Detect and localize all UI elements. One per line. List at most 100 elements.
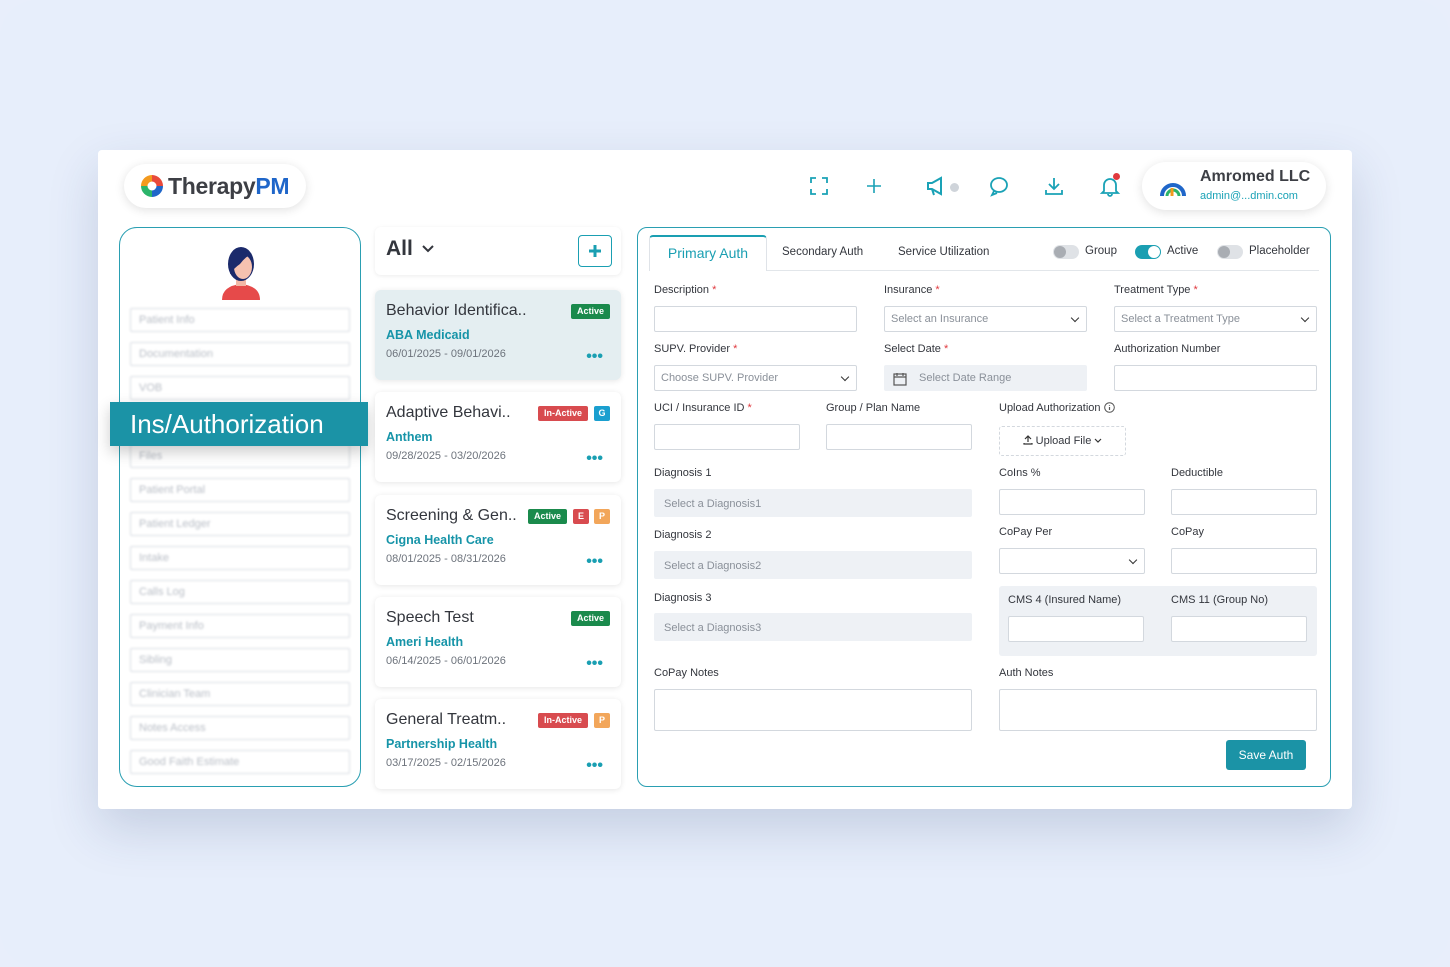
auth-card[interactable]: General Treatm.. In-Active P Partnership…: [375, 699, 621, 789]
auth-card-payer: ABA Medicaid: [386, 328, 470, 342]
deductible-label: Deductible: [1171, 467, 1223, 479]
copay-notes-textarea[interactable]: [654, 689, 972, 731]
group-toggle[interactable]: [1053, 245, 1079, 259]
sidebar-item-sibling[interactable]: Sibling: [130, 648, 350, 672]
sidebar-item-ins-authorization[interactable]: Ins/Authorization: [110, 402, 368, 446]
save-auth-button[interactable]: Save Auth: [1226, 740, 1306, 770]
date-range-field[interactable]: Select Date Range: [884, 365, 1087, 391]
tag-badge: P: [594, 713, 610, 728]
auth-number-field[interactable]: [1114, 365, 1317, 391]
logo-text: TherapyPM: [168, 173, 290, 200]
auth-card[interactable]: Speech Test Active Ameri Health 06/14/20…: [375, 597, 621, 687]
more-options-icon[interactable]: •••: [586, 757, 603, 775]
required-mark: *: [747, 402, 752, 414]
auth-card[interactable]: Behavior Identifica.. Active ABA Medicai…: [375, 290, 621, 380]
diagnosis1-label: Diagnosis 1: [654, 467, 712, 479]
auth-card-dates: 06/14/2025 - 06/01/2026: [386, 655, 506, 667]
auth-card-title: Speech Test: [386, 609, 474, 626]
auth-card-payer: Ameri Health: [386, 635, 464, 649]
copay-notes-label: CoPay Notes: [654, 667, 719, 679]
logo[interactable]: TherapyPM: [124, 164, 306, 208]
sidebar-item-patient-info[interactable]: Patient Info: [130, 308, 350, 332]
tab-primary-auth[interactable]: Primary Auth: [649, 235, 767, 271]
megaphone-icon[interactable]: [925, 174, 959, 198]
sidebar-item-files[interactable]: Files: [130, 444, 350, 468]
select-date-label-text: Select Date: [884, 343, 941, 355]
upload-icon: [1023, 435, 1033, 445]
more-options-icon[interactable]: •••: [586, 348, 603, 366]
auth-card-title: Behavior Identifica..: [386, 302, 527, 319]
diagnosis2-select[interactable]: Select a Diagnosis2: [654, 551, 972, 579]
fullscreen-icon[interactable]: [807, 174, 831, 198]
uci-field[interactable]: [654, 424, 800, 450]
required-mark: *: [935, 284, 940, 296]
supv-provider-label: SUPV. Provider *: [654, 343, 737, 355]
info-icon[interactable]: [1103, 402, 1115, 413]
cms4-field[interactable]: [1008, 616, 1144, 642]
sidebar-item-notes-access[interactable]: Notes Access: [130, 716, 350, 740]
plus-icon[interactable]: [862, 174, 886, 198]
auth-notes-label: Auth Notes: [999, 667, 1054, 679]
toggle-knob: [1054, 246, 1066, 258]
bell-icon[interactable]: [1098, 173, 1122, 198]
tab-service-utilization[interactable]: Service Utilization: [898, 246, 989, 258]
required-mark: *: [943, 343, 949, 355]
auth-notes-textarea[interactable]: [999, 689, 1317, 731]
chevron-down-icon[interactable]: [421, 242, 435, 256]
auth-card[interactable]: Screening & Gen.. Active E P Cigna Healt…: [375, 495, 621, 585]
sidebar-item-calls-log[interactable]: Calls Log: [130, 580, 350, 604]
copay-per-select[interactable]: [999, 548, 1145, 574]
auth-number-label: Authorization Number: [1114, 343, 1221, 355]
group-plan-field[interactable]: [826, 424, 972, 450]
treatment-type-select[interactable]: Select a Treatment Type: [1114, 306, 1317, 332]
toggle-knob: [1218, 246, 1230, 258]
diagnosis1-select[interactable]: Select a Diagnosis1: [654, 489, 972, 517]
megaphone-status-dot: [950, 183, 959, 192]
description-field[interactable]: [654, 306, 857, 332]
sidebar-item-clinician-team[interactable]: Clinician Team: [130, 682, 350, 706]
active-toggle-label: Active: [1167, 245, 1199, 257]
supv-provider-select[interactable]: Choose SUPV. Provider: [654, 365, 857, 391]
more-options-icon[interactable]: •••: [586, 553, 603, 571]
diagnosis3-select[interactable]: Select a Diagnosis3: [654, 613, 972, 641]
upload-auth-label-text: Upload Authorization: [999, 402, 1101, 414]
toggle-knob: [1148, 246, 1160, 258]
sidebar-item-patient-ledger[interactable]: Patient Ledger: [130, 512, 350, 536]
diagnosis2-label: Diagnosis 2: [654, 529, 712, 541]
user-menu[interactable]: Amromed LLC admin@...dmin.com: [1142, 162, 1326, 210]
filter-dropdown-label[interactable]: All: [386, 237, 413, 261]
status-badge: In-Active: [537, 713, 588, 728]
sidebar-item-vob[interactable]: VOB: [130, 376, 350, 400]
more-options-icon[interactable]: •••: [586, 655, 603, 673]
auth-card[interactable]: Adaptive Behavi.. In-Active G Anthem 09/…: [375, 392, 621, 482]
chevron-down-icon: [1094, 438, 1102, 443]
copay-field[interactable]: [1171, 548, 1317, 574]
required-mark: *: [1193, 284, 1198, 296]
upload-file-label: Upload File: [1035, 435, 1092, 447]
sidebar-item-intake[interactable]: Intake: [130, 546, 350, 570]
copay-per-label: CoPay Per: [999, 526, 1053, 538]
download-icon[interactable]: [1042, 174, 1066, 198]
active-toggle[interactable]: [1135, 245, 1161, 259]
sidebar-item-payment-info[interactable]: Payment Info: [130, 614, 350, 638]
sidebar-item-patient-portal[interactable]: Patient Portal: [130, 478, 350, 502]
deductible-field[interactable]: [1171, 489, 1317, 515]
placeholder-toggle[interactable]: [1217, 245, 1243, 259]
status-badge: In-Active: [537, 406, 588, 421]
sidebar-item-documentation[interactable]: Documentation: [130, 342, 350, 366]
coins-field[interactable]: [999, 489, 1145, 515]
chat-icon[interactable]: [987, 174, 1011, 198]
tag-badge: E: [573, 509, 589, 524]
logo-mark-icon: [141, 175, 163, 197]
status-badge: Active: [527, 509, 567, 524]
calendar-icon: [893, 373, 907, 386]
plus-icon: [589, 245, 601, 257]
auth-card-payer: Cigna Health Care: [386, 533, 494, 547]
add-auth-button[interactable]: [578, 235, 612, 267]
cms11-field[interactable]: [1171, 616, 1307, 642]
upload-file-button[interactable]: Upload File: [999, 426, 1126, 456]
sidebar-item-good-faith-estimate[interactable]: Good Faith Estimate: [130, 750, 350, 774]
more-options-icon[interactable]: •••: [586, 450, 603, 468]
tab-secondary-auth[interactable]: Secondary Auth: [782, 246, 863, 258]
insurance-select[interactable]: Select an Insurance: [884, 306, 1087, 332]
